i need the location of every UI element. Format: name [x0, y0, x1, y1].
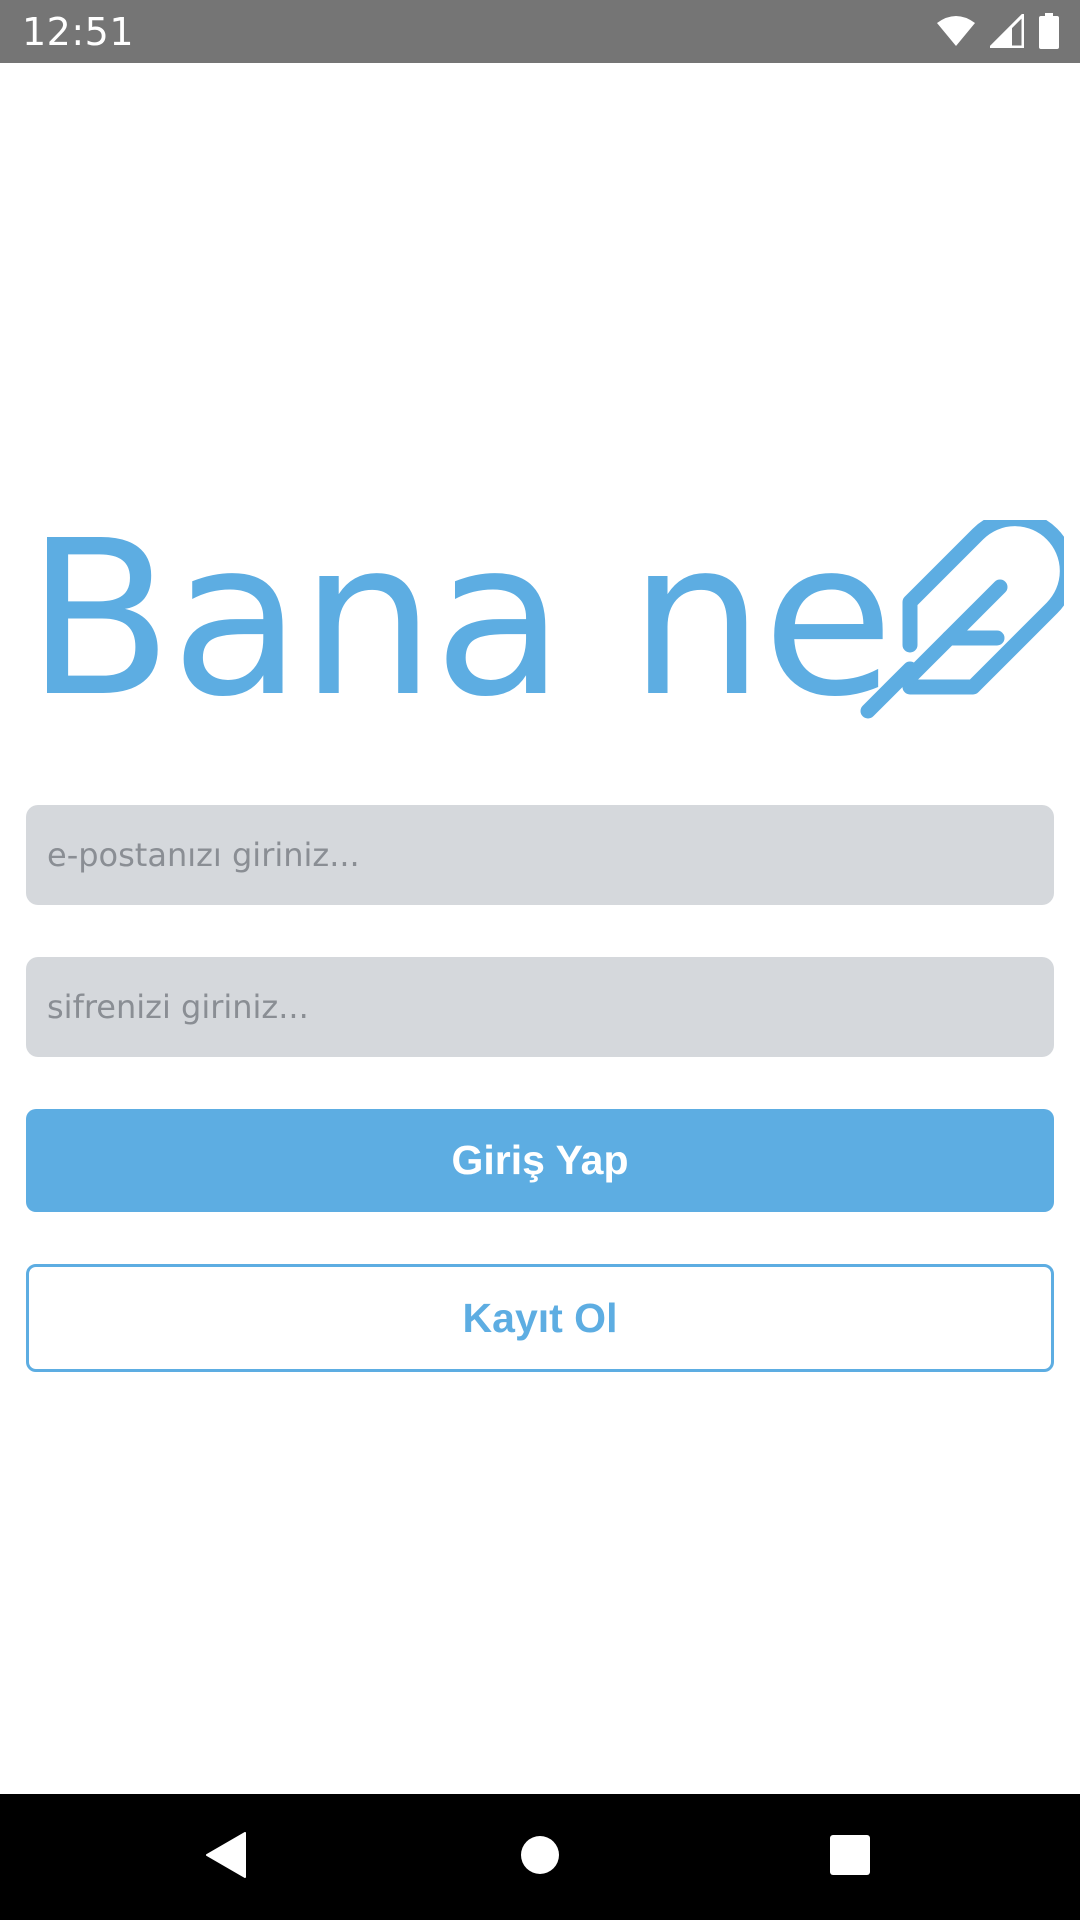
navigation-bar	[0, 1794, 1080, 1920]
wifi-icon	[936, 15, 976, 47]
back-icon	[205, 1831, 247, 1883]
home-button[interactable]	[480, 1794, 600, 1920]
home-icon	[520, 1835, 560, 1880]
login-screen: 12:51 Bana ne e-postanızı giriniz... Gir…	[0, 0, 1080, 1920]
signal-icon	[990, 14, 1024, 48]
email-input[interactable]	[26, 805, 1054, 905]
app-title: Bana ne	[26, 495, 894, 744]
battery-icon	[1038, 13, 1060, 49]
recents-button[interactable]	[790, 1794, 910, 1920]
password-input[interactable]	[26, 957, 1054, 1057]
status-bar: 12:51	[0, 0, 1080, 63]
status-time: 12:51	[22, 10, 135, 54]
recents-icon	[830, 1834, 870, 1880]
register-button[interactable]: Kayıt Ol	[26, 1264, 1054, 1372]
back-button[interactable]	[166, 1794, 286, 1920]
feather-icon	[832, 511, 1075, 725]
app-logo: Bana ne	[26, 495, 1075, 744]
status-icons	[936, 13, 1060, 49]
login-button-label: Giriş Yap	[451, 1137, 629, 1183]
login-button[interactable]: Giriş Yap	[26, 1109, 1054, 1212]
register-button-label: Kayıt Ol	[462, 1294, 618, 1341]
